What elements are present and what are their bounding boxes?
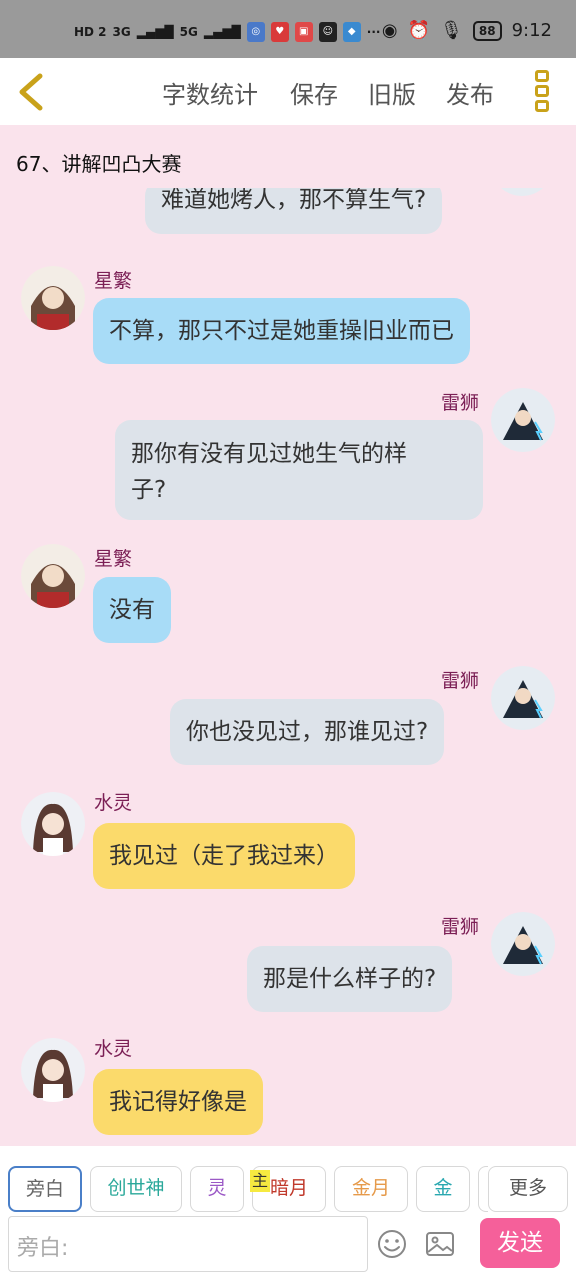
signal-bars-icon: ▂▄▆█ (203, 25, 241, 39)
chat-message: 星繁 不算，那只不过是她重操旧业而已 (0, 266, 576, 366)
sender-name: 水灵 (94, 792, 133, 814)
sender-name: 雷狮 (441, 392, 480, 414)
app-notification-icon: ◎ (246, 22, 265, 42)
app-notification-icon: ♥ (270, 22, 289, 42)
avatar[interactable] (490, 188, 554, 196)
message-bubble[interactable]: 不算，那只不过是她重操旧业而已 (93, 298, 470, 364)
app-notification-icon: ▣ (294, 22, 313, 42)
signal-5g: 5G (179, 25, 198, 39)
role-ling[interactable]: 灵 (190, 1166, 244, 1212)
mic-icon: 🎙 (440, 20, 463, 41)
role-jinyue[interactable]: 金月 (334, 1166, 408, 1212)
avatar[interactable] (21, 1038, 85, 1102)
sender-name: 雷狮 (441, 670, 480, 692)
signal-3g: 3G (112, 25, 131, 39)
avatar[interactable] (21, 792, 85, 856)
image-icon[interactable] (424, 1228, 456, 1260)
app-notification-icon: ☺ (318, 22, 337, 42)
message-bubble[interactable]: 那是什么样子的? (247, 946, 453, 1012)
avatar[interactable] (491, 388, 555, 452)
sender-name: 水灵 (94, 1038, 133, 1060)
save-button[interactable]: 保存 (290, 75, 338, 110)
sender-name: 星繁 (94, 548, 133, 570)
role-partial (478, 1166, 488, 1212)
status-right: ◉ ⏰ 🎙 88 9:12 (382, 20, 552, 41)
sender-name: 雷狮 (441, 916, 480, 938)
message-bubble[interactable]: 没有 (93, 577, 171, 643)
word-count-button[interactable]: 字数统计 (162, 75, 258, 110)
sender-name: 星繁 (94, 270, 133, 292)
chat-message: 星繁 没有 (0, 544, 576, 654)
editor-toolbar: 字数统计 保存 旧版 发布 (0, 58, 576, 125)
back-button[interactable] (12, 70, 52, 114)
chat-area[interactable]: 难道她烤人，那不算生气? 星繁 不算，那只不过是她重操旧业而已 雷狮 那你有没有… (0, 188, 576, 1144)
role-bar: 旁白 创世神 灵 暗月 主 金月 金 更多 旁白: 发送 (0, 1146, 576, 1280)
main-role-badge: 主 (250, 1170, 270, 1192)
clock: 9:12 (511, 20, 552, 41)
message-bubble[interactable]: 那你有没有见过她生气的样 子? (115, 420, 483, 520)
publish-button[interactable]: 发布 (446, 75, 494, 110)
signal-bars-icon: ▂▄▆█ (136, 25, 174, 39)
message-line: 子? (131, 477, 167, 503)
chat-message: 雷狮 那你有没有见过她生气的样 子? (0, 388, 576, 528)
avatar[interactable] (491, 666, 555, 730)
chat-message: 难道她烤人，那不算生气? (0, 188, 576, 244)
more-roles-button[interactable]: 更多 (488, 1166, 568, 1212)
message-bubble[interactable]: 我见过（走了我过来） (93, 823, 355, 889)
old-version-button[interactable]: 旧版 (368, 75, 416, 110)
role-jin[interactable]: 金 (416, 1166, 470, 1212)
message-line: 那你有没有见过她生气的样 (131, 441, 407, 467)
app-notification-icon: ◆ (342, 22, 361, 42)
chat-message: 雷狮 你也没见过，那谁见过? (0, 666, 576, 776)
message-bubble[interactable]: 难道她烤人，那不算生气? (145, 188, 443, 234)
chat-message: 水灵 我记得好像是 (0, 1034, 576, 1144)
message-bubble[interactable]: 你也没见过，那谁见过? (170, 699, 445, 765)
avatar[interactable] (21, 266, 85, 330)
message-bubble[interactable]: 我记得好像是 (93, 1069, 263, 1135)
chat-message: 雷狮 那是什么样子的? (0, 912, 576, 1022)
role-narrator[interactable]: 旁白 (8, 1166, 82, 1212)
network-indicator: HD 2 (74, 25, 107, 39)
status-left: HD 2 3G ▂▄▆█ 5G ▂▄▆█ ◎ ♥ ▣ ☺ ◆ ··· (74, 22, 380, 42)
chapter-title: 67、讲解凹凸大赛 (16, 152, 182, 176)
status-bar: HD 2 3G ▂▄▆█ 5G ▂▄▆█ ◎ ♥ ▣ ☺ ◆ ··· ◉ ⏰ 🎙… (0, 0, 576, 58)
avatar[interactable] (21, 544, 85, 608)
message-input[interactable]: 旁白: (8, 1216, 368, 1272)
alarm-icon: ⏰ (407, 20, 431, 41)
chevron-left-icon (19, 73, 43, 111)
role-creator[interactable]: 创世神 (90, 1166, 182, 1212)
eye-icon: ◉ (381, 20, 398, 41)
avatar[interactable] (491, 912, 555, 976)
more-menu-icon[interactable] (535, 70, 555, 114)
emoji-icon[interactable] (376, 1228, 408, 1260)
more-notifications-icon: ··· (366, 25, 381, 39)
chat-message: 水灵 我见过（走了我过来） (0, 788, 576, 898)
battery-indicator: 88 (472, 20, 502, 41)
send-button[interactable]: 发送 (480, 1218, 560, 1268)
